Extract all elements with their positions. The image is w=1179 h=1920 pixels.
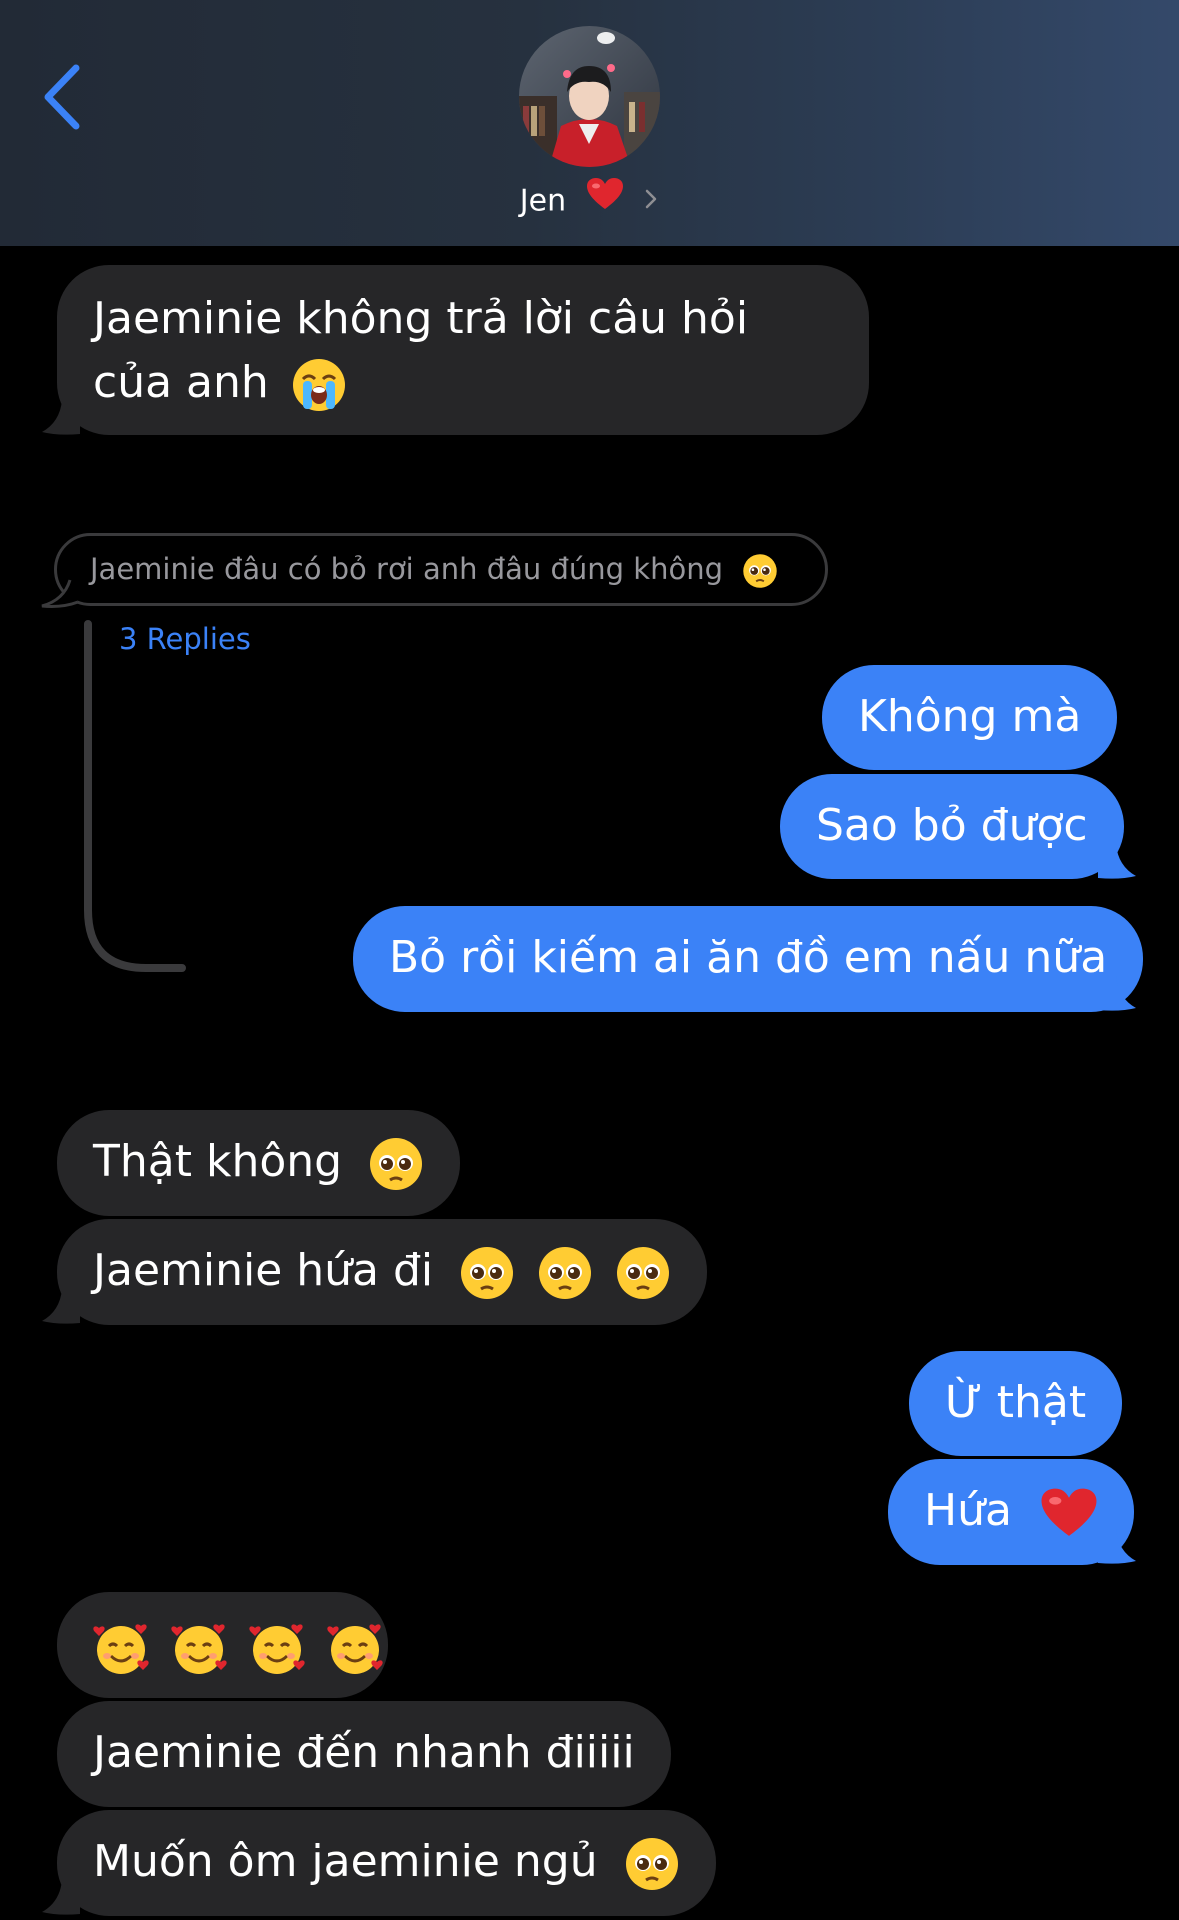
message-text: Sao bỏ được [816, 800, 1088, 851]
message-text: Hứa [924, 1485, 1012, 1536]
message-text: Ừ thật [945, 1377, 1087, 1428]
contact-name: Jen [519, 183, 567, 219]
bubble-tail [1098, 976, 1136, 1011]
pleading-face-icon [743, 554, 777, 588]
message-bubble-outgoing[interactable]: Sao bỏ được [780, 774, 1124, 879]
message-bubble-incoming[interactable]: Jaeminie không trả lời câu hỏi của anh [57, 265, 869, 435]
avatar-photo [519, 26, 660, 167]
message-bubble-outgoing[interactable]: Ừ thật [909, 1351, 1123, 1456]
thread-replies-link[interactable]: 3 Replies [119, 618, 251, 660]
smiling-face-with-hearts-icon [327, 1624, 383, 1674]
red-heart-icon [1041, 1488, 1097, 1536]
bubble-tail [42, 1289, 80, 1324]
conversation-header: Jen [0, 0, 1179, 246]
pleading-face-icon [617, 1247, 670, 1299]
pleading-face-icon [539, 1247, 592, 1299]
message-bubble-incoming[interactable]: Thật không [57, 1110, 461, 1216]
pleading-face-icon [370, 1138, 423, 1190]
message-bubble-incoming[interactable]: Muốn ôm jaeminie ngủ [57, 1810, 716, 1916]
bubble-tail [1098, 844, 1136, 879]
message-bubble-outgoing[interactable]: Bỏ rồi kiếm ai ăn đồ em nấu nữa [353, 906, 1144, 1012]
pleading-face-icon [461, 1247, 514, 1299]
message-text: Jaeminie đến nhanh điiiii [93, 1727, 635, 1778]
smiling-face-with-hearts-icon [249, 1624, 305, 1674]
chat-screen: Jen Jaeminie không trả lời câu hỏi của a… [0, 0, 1179, 1920]
thread-preview-text: Jaeminie đâu có bỏ rơi anh đâu đúng khôn… [90, 552, 723, 586]
message-bubble-outgoing[interactable]: Không mà [822, 665, 1118, 770]
message-bubble-incoming[interactable]: Jaeminie hứa đi [57, 1219, 708, 1325]
message-bubble-incoming[interactable]: Jaeminie đến nhanh điiiii [57, 1701, 671, 1807]
bubble-tail [42, 400, 80, 435]
thread-connector-line [84, 620, 186, 972]
message-text: Muốn ôm jaeminie ngủ [93, 1836, 598, 1887]
contact-avatar[interactable] [519, 26, 660, 167]
smiling-face-with-hearts-icon [171, 1624, 227, 1674]
contact-name-button[interactable]: Jen [0, 176, 1179, 227]
back-button[interactable] [38, 62, 88, 132]
red-heart-icon [586, 177, 624, 227]
smiling-face-with-hearts-icon [93, 1624, 149, 1674]
message-text: Bỏ rồi kiếm ai ăn đồ em nấu nữa [389, 932, 1108, 983]
message-bubble-incoming[interactable] [57, 1592, 388, 1698]
message-text: Không mà [858, 691, 1082, 742]
message-text: Thật không [93, 1136, 343, 1187]
message-text: Jaeminie hứa đi [93, 1245, 434, 1296]
bubble-tail [1098, 1529, 1136, 1564]
message-text: Jaeminie không trả lời câu hỏi của anh [93, 293, 749, 408]
chevron-right-icon [643, 177, 659, 227]
loudly-crying-face-icon [292, 359, 345, 411]
chevron-left-icon [44, 64, 80, 130]
pleading-face-icon [625, 1838, 678, 1890]
thread-preview-tail [41, 579, 79, 608]
thread-parent-preview[interactable]: Jaeminie đâu có bỏ rơi anh đâu đúng khôn… [54, 533, 828, 606]
bubble-tail [42, 1880, 80, 1915]
